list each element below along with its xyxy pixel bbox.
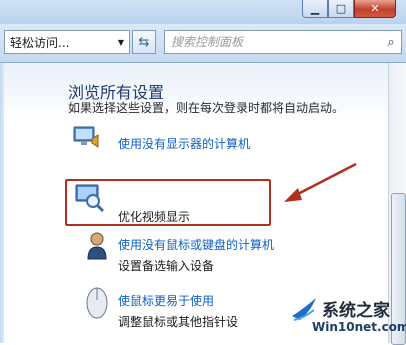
item-subtext: 设置备选输入设备 <box>118 259 215 273</box>
navigation-toolbar: 轻松访问... ▼ ⇆ ⌕ <box>0 24 406 63</box>
close-icon: ✕ <box>370 2 380 15</box>
link-make-mouse-easier[interactable]: 使鼠标更易于使用 <box>118 292 238 309</box>
maximize-button[interactable]: □ <box>328 0 354 18</box>
window-title-bar: ▁ □ ✕ <box>0 0 406 24</box>
search-box[interactable]: ⌕ <box>164 30 402 54</box>
search-icon[interactable]: ⌕ <box>381 35 401 50</box>
watermark-logo-icon <box>292 298 316 321</box>
search-input[interactable] <box>165 34 381 50</box>
vertical-scrollbar[interactable] <box>388 63 406 345</box>
monitor-speaker-icon <box>73 126 99 148</box>
user-icon <box>87 232 107 260</box>
chevron-down-icon[interactable]: ▼ <box>113 38 129 47</box>
refresh-icon: ⇆ <box>138 34 150 50</box>
address-text: 轻松访问... <box>10 35 70 50</box>
maximize-icon: □ <box>335 2 347 15</box>
link-use-without-display[interactable]: 使用没有显示器的计算机 <box>118 137 250 151</box>
window-controls: ▁ □ ✕ <box>302 0 396 20</box>
minimize-icon: ▁ <box>310 2 320 15</box>
item-subtext: 调整鼠标或其他指针设 <box>118 315 239 329</box>
list-item-mouse-easier[interactable]: 使鼠标更易于使用 调整鼠标或其他指针设 <box>118 292 238 330</box>
watermark-brand: 系统之家 <box>322 301 390 321</box>
list-item-no-mouse-keyboard[interactable]: 使用没有鼠标或键盘的计算机 设置备选输入设备 <box>118 236 274 274</box>
close-button[interactable]: ✕ <box>354 0 396 18</box>
watermark-url: Win10net.com <box>312 320 406 334</box>
annotation-arrow-icon <box>284 162 357 202</box>
page-description: 如果选择这些设置，则在每次登录时都将自动启动。 <box>68 101 345 115</box>
refresh-button[interactable]: ⇆ <box>132 30 156 54</box>
minimize-button[interactable]: ▁ <box>302 0 328 18</box>
highlight-box <box>65 179 271 226</box>
address-bar[interactable]: 轻松访问... ▼ <box>4 30 130 54</box>
link-use-without-mouse-keyboard[interactable]: 使用没有鼠标或键盘的计算机 <box>118 236 274 253</box>
list-item-no-display[interactable]: 使用没有显示器的计算机 <box>118 133 250 152</box>
mouse-icon <box>86 287 108 319</box>
